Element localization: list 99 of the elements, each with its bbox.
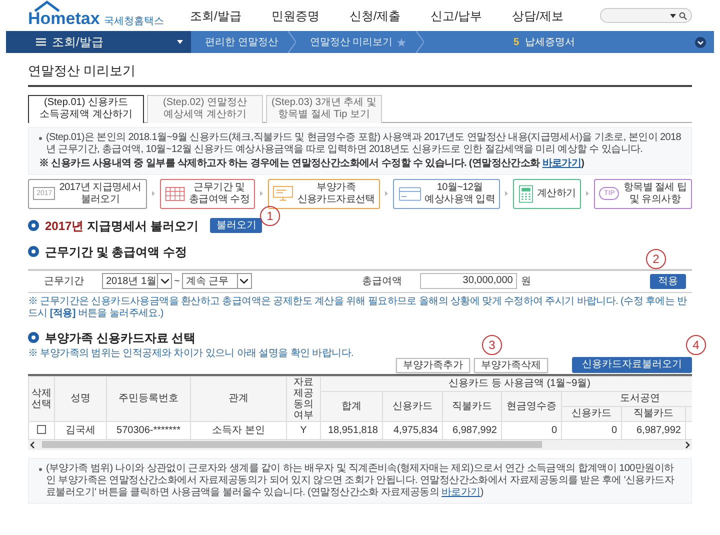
column-header: 삭제 선택 [28,376,54,421]
table-cell: 6,987,992 [442,421,502,439]
bullet-icon [28,246,39,257]
shortcut-link[interactable]: 바로가기 [442,486,480,498]
step-tab[interactable]: (Step.02) 연말정산 예상세액 계산하기 [147,94,263,122]
logo-subtitle: 국세청홈택스 [104,17,164,27]
nav-link[interactable]: 신고/납부 [430,6,482,24]
step-label: 2017년 지급명세서 불러오기 [59,182,142,206]
column-header: 성명 [54,376,106,421]
scrollbar-thumb[interactable] [42,441,542,448]
load-button[interactable]: 불러오기 [210,218,262,233]
arrow-icon [385,191,388,196]
calculator-icon [518,184,533,202]
breadcrumb-link[interactable]: 편리한 연말정산 [205,34,278,50]
separator-text: ~ [174,274,180,288]
column-header: 합계 [320,391,382,421]
expand-icon [695,36,706,48]
unit-label: 원 [520,274,531,288]
select-field[interactable]: 2018년 1월 [102,273,172,289]
step-number-marker: 4 [686,334,706,354]
section-title: 부양가족 신용카드자료 선택 [45,330,196,346]
step-label: 항목별 절세 팁 및 유의사항 [623,182,687,206]
table-cell: 570306-******* [106,421,190,439]
note-text: ※ 부양가족의 범위는 인적공제와 차이가 있으니 아래 설명을 확인 바랍니다. [28,348,354,360]
step-number-marker: 1 [260,206,280,226]
step-tab[interactable]: (Step.01) 신용카드 소득공제액 계산하기 [28,94,144,122]
chevron-icon [416,31,424,53]
section-title: 근무기간 및 총급여액 수정 [45,244,188,260]
action-button[interactable]: 부양가족추가 [396,358,470,372]
column-header: 직불카드 [442,391,502,421]
note-text: ※ 근무기간은 신용카드사용금액을 환산하고 총급여액은 공제한도 계산을 위해 필요하므로 올해의 상황에 맞게 수정하여 주시기 바랍니다. (수정 후에는 반드시 [적용] 버튼을 눌러주세요.) [28,296,688,320]
bullet-icon [28,220,39,231]
step-number-marker: 2 [646,248,666,268]
table-cell: 18,951,818 [320,421,382,439]
table-cell: 6,987,992 [622,421,686,439]
caret-icon [670,14,676,18]
table-cell: 0 [502,421,562,439]
step-tab[interactable]: (Step.03) 3개년 추세 및 항목별 절세 Tip 보기 [266,94,382,122]
table-cell: Y [286,421,320,439]
chevron-icon [288,31,296,53]
caret-icon [177,40,183,44]
nav-link[interactable]: 상담/제보 [512,6,564,24]
table-cell: 4,975,834 [382,421,442,439]
menu-icon [36,38,46,46]
bullet-icon [39,468,42,470]
column-header: 도서공연 [562,391,692,406]
step-label: 부양가족 신용카드자료선택 [297,182,375,206]
arrow-icon [152,191,154,196]
column-header: 직불카드 [622,406,686,421]
step-number-marker: 3 [482,334,502,354]
page-title: 연말정산 미리보기 [28,53,692,86]
chevron-down-icon [240,278,248,284]
action-button[interactable]: 신용카드자료불러오기 [572,356,692,372]
action-button[interactable]: 부양가족삭제 [474,358,548,372]
note-text: ※ 신용카드 사용내역 중 일부를 삭제하고자 하는 경우에는 연말정산간소화에서 수정할 수 있습니다. (연말정산간소화 바로가기) [39,158,586,170]
search-field[interactable] [600,8,692,23]
apply-button[interactable]: 적용 [650,274,686,288]
column-header: 자료 제공 동의 여부 [286,376,320,421]
arrow-icon [586,191,590,196]
column-header: 현금영수증 [502,391,562,421]
column-header: 신용카드 [382,391,442,421]
bullet-icon [28,332,39,343]
shortcut-link[interactable]: 바로가기 [542,158,582,168]
monitor-icon [273,186,294,201]
count-label: 5 [513,36,519,50]
logo-text: Hometax [28,10,100,27]
roof-icon [34,0,60,12]
search-icon [679,12,687,20]
bullet-icon [39,136,42,140]
card-icon [398,186,421,200]
info-text: (부양가족 범위) 나이와 상관없이 근로자와 생계를 같이 하는 배우자 및 직계존비속(형제자매는 제외)으로서 연간 소득금액의 합계액이 100만원이하인 부양가족은 연말정산간소화에서 자료제공동의가 되어 있지 않으면 조회가 안됩니다. 연말정산간소화에서 자료제공동의를 받은 후에 '신용카드자료불러오기' 버튼을 클릭하면 사용금액을 불러올수 있습니다. (연말정산간소화 자료제공동의 바로가기) [46,462,676,498]
column-header: 관계 [190,376,286,421]
column-header: 주민등록번호 [106,376,190,421]
nav-link[interactable]: 신청/제출 [349,6,401,24]
info-text: (Step.01)은 본인의 2018.1월~9월 신용카드(체크,직불카드 및 현금영수증 포함) 사용액과 2017년도 연말정산 내용(지급명세서)을 기초로, 본인이 2018년 근무기간, 총급여액, 10월~12월 신용카드 예상사용금액을 따로 입력하면 2018년도 신용카드로 인한 절감세액을 미리 예상할 수 있습니다. [46,132,681,156]
salary-input[interactable]: 30,000,000 [420,273,517,289]
nav-link[interactable]: 조회/발급 [190,6,242,24]
column-header: 신용카드 [562,406,622,421]
scrollbar[interactable] [28,440,692,450]
arrow-icon [505,191,508,196]
table-cell: 소득자 본인 [190,421,286,439]
calendar-icon [164,186,185,200]
nav-link[interactable]: 민원증명 [271,6,320,24]
step-label: 근무기간 및 총급여액 수정 [188,182,250,206]
section-title: 2017년 지급명세서 불러오기 [45,218,198,234]
shortcut-link[interactable]: 납세증명서 [525,34,575,50]
breadcrumb-link[interactable]: 연말정산 미리보기 [310,34,393,50]
field-label: 총급여액 [362,274,403,288]
row-checkbox[interactable] [37,425,46,434]
column-header: 신용카드 등 사용금액 (1월~9월) [320,376,692,391]
chevron-down-icon [160,278,168,284]
select-field[interactable]: 계속 근무 [182,273,252,289]
menu-dropdown[interactable]: 조회/발급 [6,31,191,53]
table-cell: 0 [562,421,622,439]
step-label: 10월~12월 예상사용액 입력 [424,182,496,206]
table-cell: 김국세 [54,421,106,439]
arrow-icon [260,191,263,196]
field-label: 근무기간 [44,274,85,288]
step-label: 계산하기 [536,188,576,200]
